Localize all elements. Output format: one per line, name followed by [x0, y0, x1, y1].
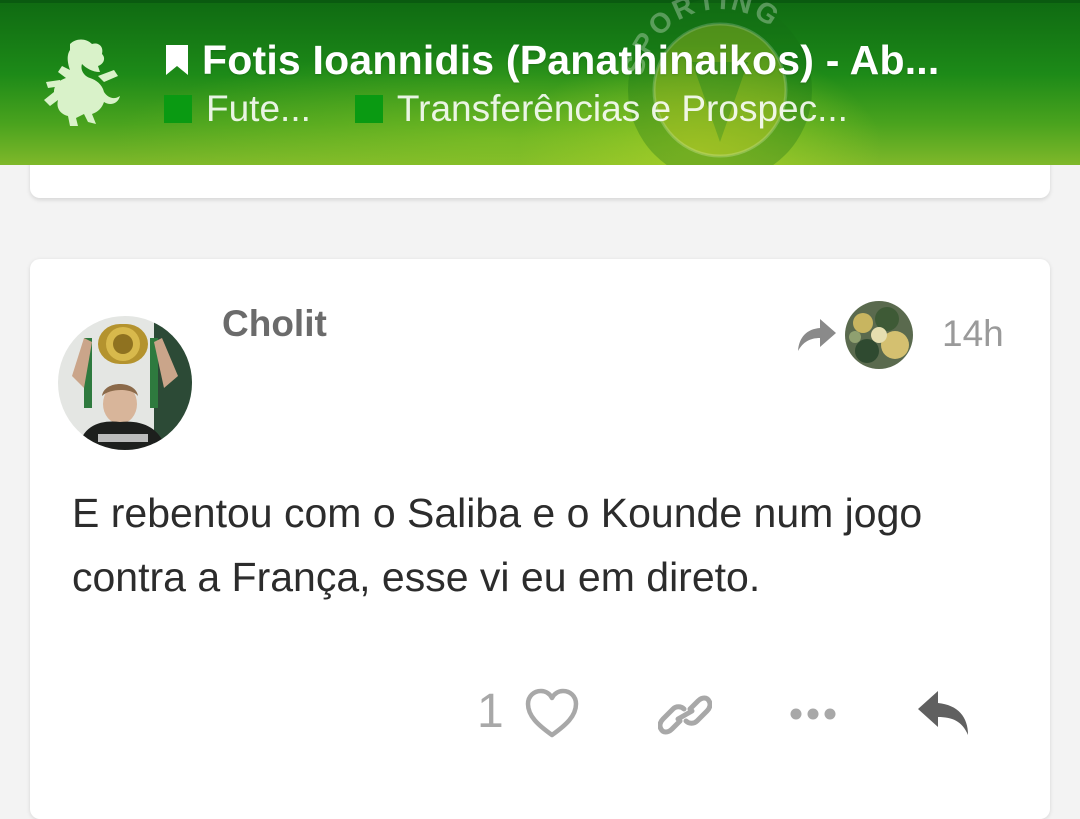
user-avatar[interactable]: [58, 316, 192, 450]
post-card: Cholit 14h E rebentou com o Saliba e o K…: [30, 259, 1050, 819]
category-futebol[interactable]: Fute...: [164, 88, 311, 130]
post-timestamp[interactable]: 14h: [942, 313, 1004, 355]
category-color-swatch: [164, 95, 192, 123]
more-icon[interactable]: [789, 704, 837, 724]
bookmark-icon[interactable]: [164, 43, 190, 77]
reply-to-avatar[interactable]: [845, 301, 913, 369]
like-count[interactable]: 1: [477, 684, 504, 739]
share-arrow-icon[interactable]: [794, 317, 838, 355]
category-breadcrumb: Fute... Transferências e Prospec...: [164, 86, 892, 132]
lion-crest-icon[interactable]: [40, 36, 124, 130]
post-body-line: contra a França, esse vi eu em direto.: [72, 554, 761, 600]
reply-icon[interactable]: [914, 687, 972, 741]
heart-icon[interactable]: [524, 687, 580, 741]
category-name[interactable]: Fute...: [206, 88, 311, 130]
category-name[interactable]: Transferências e Prospec...: [397, 88, 848, 130]
topic-title-row[interactable]: Fotis Ioannidis (Panathinaikos) - Ab...: [164, 36, 964, 84]
link-icon[interactable]: [658, 691, 712, 739]
post-body-line: E rebentou com o Saliba e o Kounde num j…: [72, 490, 923, 536]
avatar-image: [58, 316, 192, 450]
reply-avatar-image: [845, 301, 913, 369]
topic-title[interactable]: Fotis Ioannidis (Panathinaikos) - Ab...: [202, 37, 940, 84]
category-transferencias[interactable]: Transferências e Prospec...: [354, 88, 848, 130]
category-color-swatch: [354, 95, 383, 123]
post-body: E rebentou com o Saliba e o Kounde num j…: [72, 481, 1012, 609]
username[interactable]: Cholit: [222, 303, 327, 345]
topic-header: SPORTING Fotis Ioannidis (Panathinaikos)…: [0, 0, 1080, 165]
